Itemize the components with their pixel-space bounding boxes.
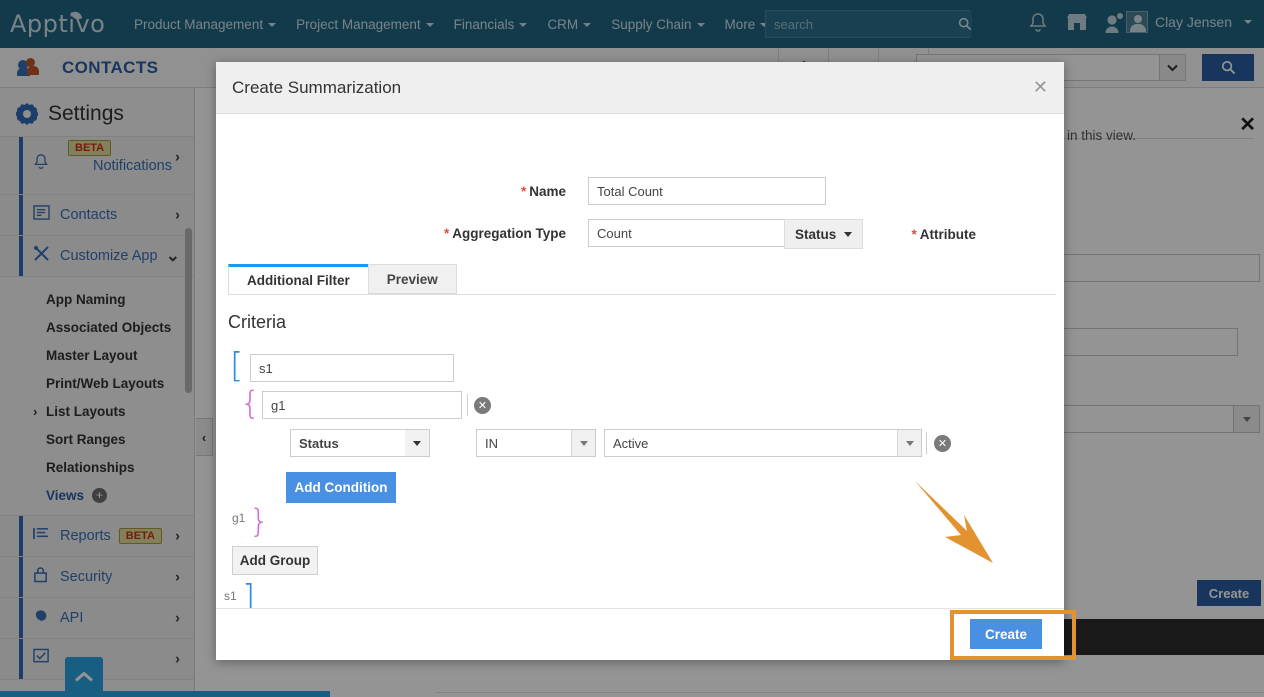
add-condition-button[interactable]: Add Condition [286, 472, 396, 503]
attribute-select[interactable]: Status [784, 219, 864, 249]
name-label: * Name [520, 184, 566, 199]
condition-field-select[interactable]: Status [290, 429, 430, 457]
dialog-title: Create Summarization [232, 77, 402, 97]
condition-operator-value: IN [485, 435, 498, 451]
group-close-tag: g1 [232, 511, 246, 525]
create-summarization-dialog: Create Summarization ✕ *Name *Aggregatio… [216, 62, 1064, 660]
dialog-body: *Name *Aggregation Type Count *Attribute… [216, 114, 1064, 653]
chevron-down-icon [897, 430, 921, 456]
group-close-brace: } [249, 502, 270, 540]
required-marker: * [911, 227, 917, 242]
condition-operator-select[interactable]: IN [476, 429, 596, 457]
chevron-down-icon [571, 430, 595, 456]
condition-value-select[interactable]: Active [604, 429, 922, 457]
condition-divider [926, 432, 927, 454]
condition-remove-icon[interactable]: ✕ [934, 435, 951, 452]
condition-field-value: Status [299, 435, 339, 451]
chevron-down-icon [405, 430, 429, 456]
create-button[interactable]: Create [970, 619, 1042, 649]
tabs-underline [228, 294, 1056, 295]
criteria-heading: Criteria [228, 312, 287, 332]
set-name-input[interactable] [250, 354, 454, 382]
dialog-header: Create Summarization ✕ [216, 62, 1064, 114]
required-marker: * [443, 226, 450, 241]
add-group-button[interactable]: Add Group [232, 546, 318, 575]
aggregation-type-label: * Aggregation Type [443, 226, 566, 241]
required-marker: * [520, 184, 527, 199]
tab-preview[interactable]: Preview [367, 264, 457, 294]
dialog-tabs: Additional Filter Preview [228, 264, 457, 295]
chevron-down-icon [844, 231, 853, 237]
set-open-bracket: [ [230, 346, 244, 386]
close-icon[interactable]: ✕ [1033, 77, 1048, 98]
tab-additional-filter[interactable]: Additional Filter [228, 264, 369, 295]
attribute-value: Status [795, 226, 837, 242]
group-divider [467, 394, 468, 416]
condition-value: Active [613, 435, 649, 451]
dialog-footer: Create [216, 608, 1064, 660]
group-remove-icon[interactable]: ✕ [474, 397, 491, 414]
aggregation-type-value: Count [597, 225, 632, 241]
name-input[interactable] [588, 177, 826, 205]
group-open-brace: { [240, 384, 261, 422]
group-name-input[interactable] [262, 391, 462, 419]
screen-root: Apptivo Product Management Project Manag… [0, 0, 1264, 697]
set-close-tag: s1 [224, 589, 237, 603]
